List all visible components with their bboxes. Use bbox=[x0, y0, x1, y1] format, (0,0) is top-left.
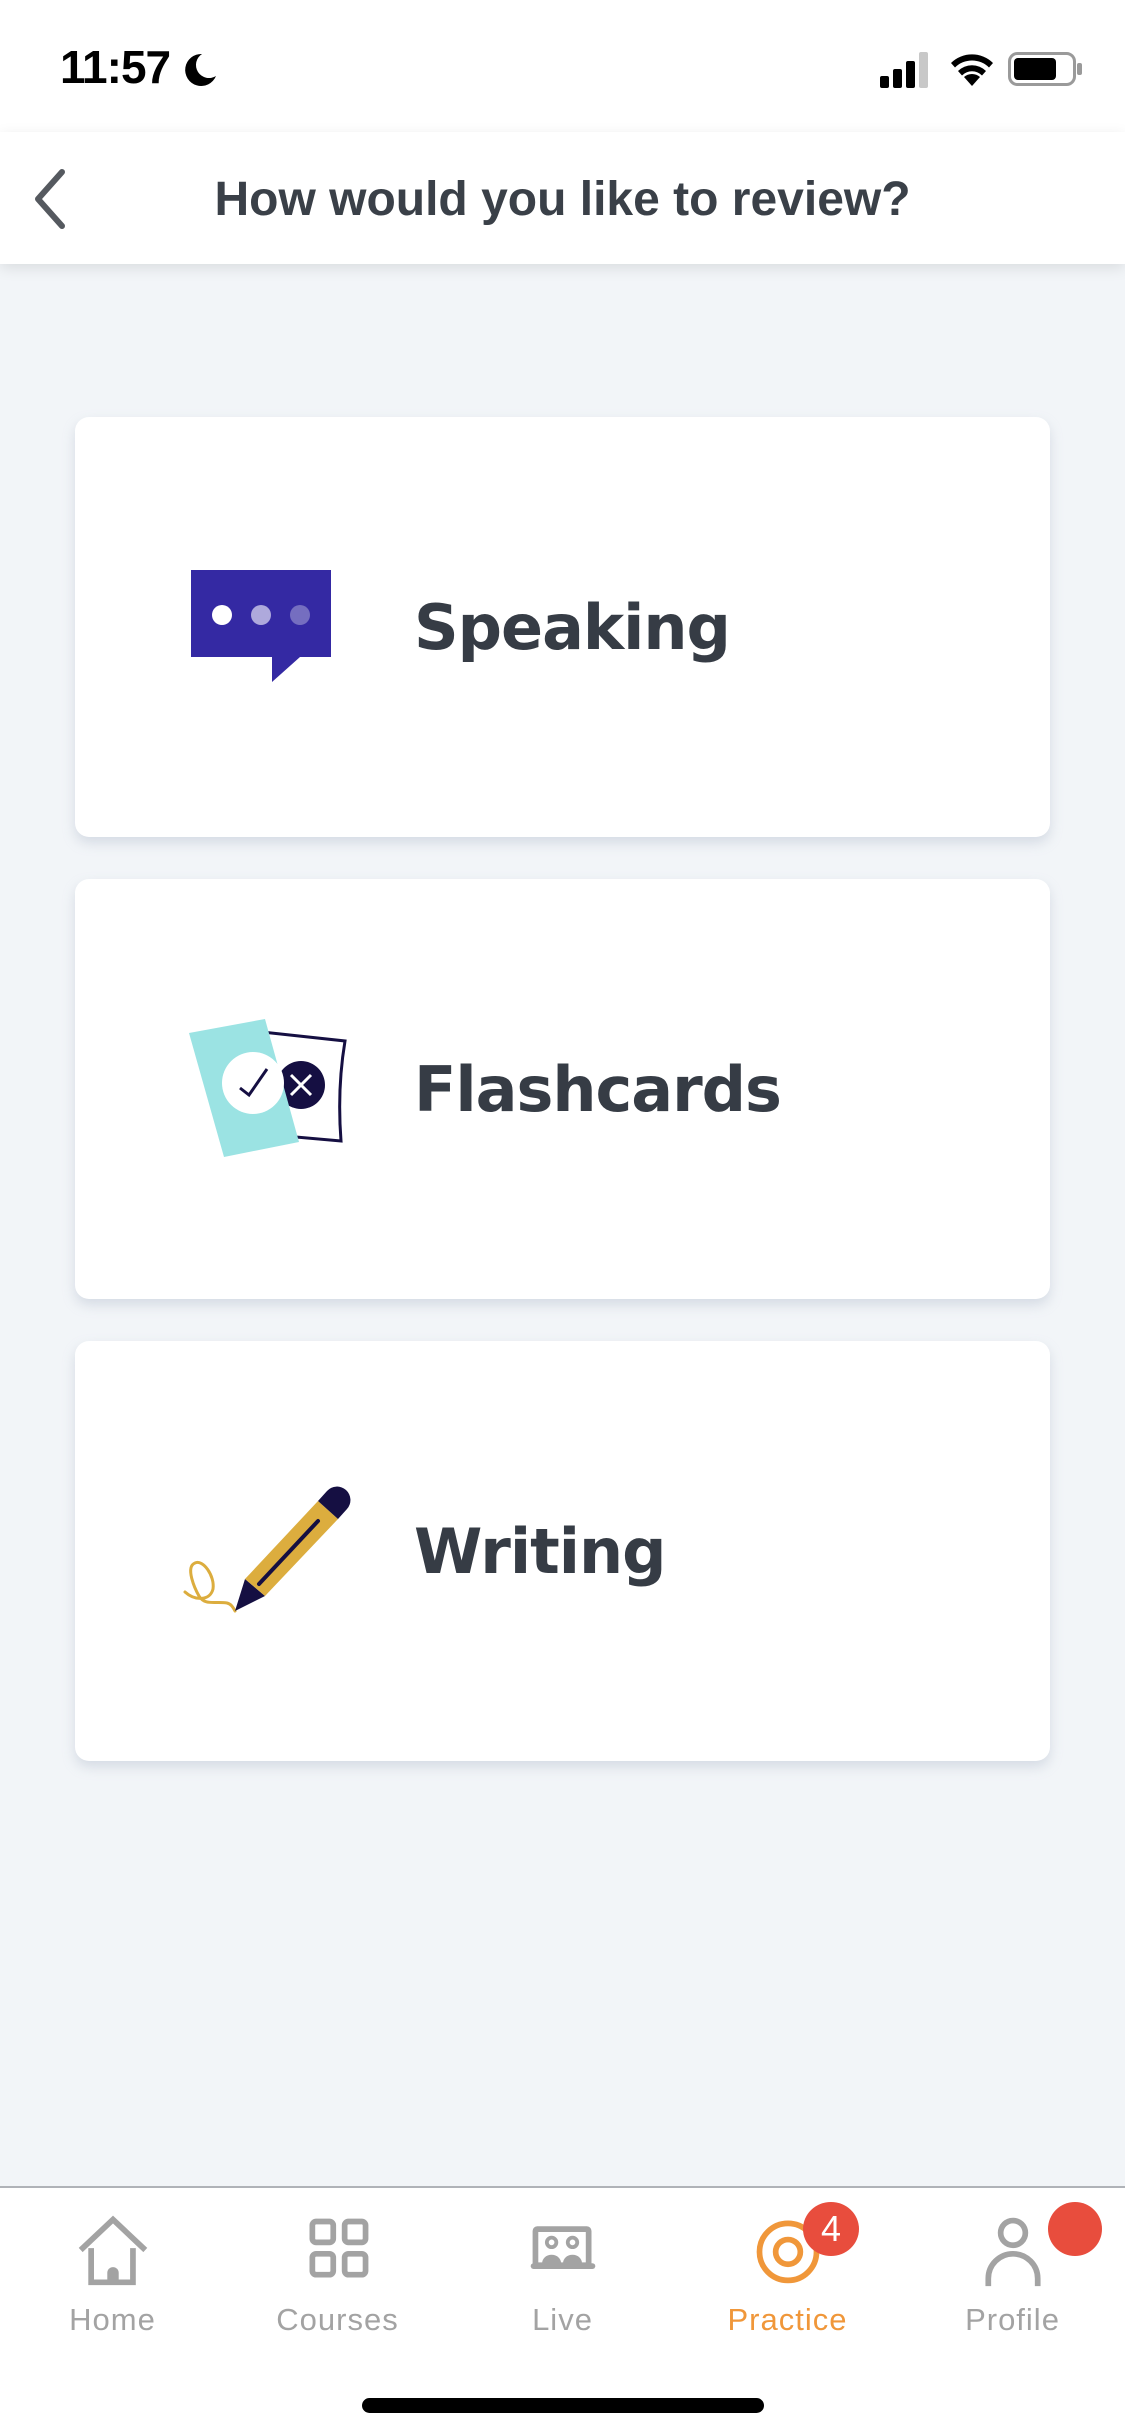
flashcards-icon bbox=[189, 1019, 347, 1157]
writing-option-card[interactable]: Writing bbox=[75, 1341, 1050, 1761]
tab-home[interactable]: Home bbox=[0, 2188, 225, 2338]
grid-icon bbox=[309, 2218, 368, 2278]
profile-notification-dot bbox=[1048, 2202, 1102, 2256]
flashcards-label: Flashcards bbox=[414, 1052, 782, 1126]
speech-bubble-icon bbox=[191, 570, 331, 682]
nav-header: How would you like to review? bbox=[0, 132, 1125, 264]
home-icon bbox=[78, 2215, 147, 2286]
tab-live-label: Live bbox=[532, 2302, 593, 2337]
writing-label: Writing bbox=[414, 1514, 667, 1588]
home-indicator bbox=[362, 2398, 764, 2413]
tab-courses-label: Courses bbox=[276, 2302, 399, 2337]
status-time: 11:57 bbox=[60, 41, 171, 93]
tab-home-label: Home bbox=[69, 2302, 156, 2337]
review-options-list: Speaking Flashcards Writing bbox=[75, 417, 1050, 1803]
person-icon bbox=[984, 2217, 1041, 2287]
signal-icon bbox=[880, 52, 928, 88]
tab-profile-label: Profile bbox=[965, 2302, 1060, 2337]
tab-courses[interactable]: Courses bbox=[225, 2188, 450, 2338]
tab-profile[interactable]: Profile bbox=[900, 2188, 1125, 2338]
live-class-icon bbox=[530, 2226, 595, 2269]
tab-live[interactable]: Live bbox=[450, 2188, 675, 2338]
practice-badge: 4 bbox=[803, 2202, 859, 2256]
tab-practice[interactable]: 4 Practice bbox=[675, 2188, 900, 2338]
speaking-option-card[interactable]: Speaking bbox=[75, 417, 1050, 837]
status-bar: 11:57 bbox=[0, 0, 1125, 132]
wifi-icon bbox=[951, 54, 993, 86]
page-title: How would you like to review? bbox=[214, 173, 911, 226]
moon-icon bbox=[185, 53, 216, 86]
speaking-label: Speaking bbox=[414, 590, 731, 664]
battery-icon bbox=[1008, 52, 1082, 86]
flashcards-option-card[interactable]: Flashcards bbox=[75, 879, 1050, 1299]
pencil-icon bbox=[183, 1486, 351, 1613]
review-mode-screen: 11:57 How would you like to review? Spea… bbox=[0, 0, 1125, 2436]
tab-practice-label: Practice bbox=[727, 2302, 848, 2337]
